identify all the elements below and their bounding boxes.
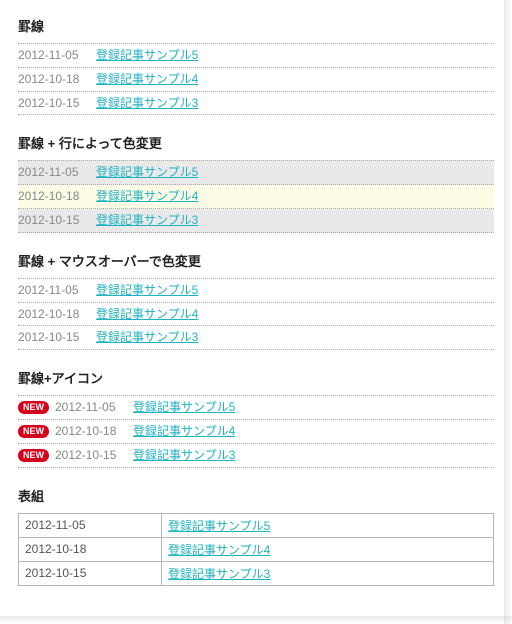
article-link[interactable]: 登録記事サンプル3 [96, 212, 198, 229]
list-item: 2012-10-15 登録記事サンプル3 [18, 92, 494, 116]
shadow-decoration [504, 0, 512, 624]
date-label: 2012-11-05 [18, 282, 96, 299]
shadow-decoration [0, 616, 512, 624]
section-title: 罫線 + マウスオーバーで色変更 [18, 247, 494, 270]
article-link[interactable]: 登録記事サンプル4 [133, 423, 235, 440]
table-row: 2012-10-18 登録記事サンプル4 [19, 537, 494, 561]
new-badge-icon: NEW [18, 449, 49, 462]
list-item: NEW 2012-11-05 登録記事サンプル5 [18, 395, 494, 420]
article-link[interactable]: 登録記事サンプル4 [96, 71, 198, 88]
date-label: 2012-11-05 [55, 399, 133, 416]
date-label: 2012-11-05 [18, 47, 96, 64]
article-link[interactable]: 登録記事サンプル4 [96, 306, 198, 323]
article-link[interactable]: 登録記事サンプル4 [96, 188, 198, 205]
list-item: 2012-11-05 登録記事サンプル5 [18, 160, 494, 185]
list-icon: NEW 2012-11-05 登録記事サンプル5 NEW 2012-10-18 … [18, 395, 494, 467]
date-label: 2012-10-18 [18, 188, 96, 205]
date-label: 2012-11-05 [18, 164, 96, 181]
page: 罫線 2012-11-05 登録記事サンプル5 2012-10-18 登録記事サ… [0, 0, 512, 624]
list-item: 2012-11-05 登録記事サンプル5 [18, 43, 494, 68]
article-link[interactable]: 登録記事サンプル3 [133, 447, 235, 464]
table-row: 2012-10-15 登録記事サンプル3 [19, 561, 494, 585]
date-label: 2012-10-15 [18, 329, 96, 346]
article-link[interactable]: 登録記事サンプル5 [96, 164, 198, 181]
date-label: 2012-10-15 [55, 447, 133, 464]
date-label: 2012-10-15 [18, 95, 96, 112]
date-label: 2012-10-15 [18, 212, 96, 229]
date-cell: 2012-10-18 [19, 537, 162, 561]
article-link[interactable]: 登録記事サンプル5 [96, 47, 198, 64]
list-item[interactable]: 2012-10-15 登録記事サンプル3 [18, 326, 494, 350]
date-cell: 2012-11-05 [19, 513, 162, 537]
new-badge-icon: NEW [18, 425, 49, 438]
article-link[interactable]: 登録記事サンプル3 [168, 567, 270, 581]
list-hover: 2012-11-05 登録記事サンプル5 2012-10-18 登録記事サンプル… [18, 278, 494, 350]
list-plain: 2012-11-05 登録記事サンプル5 2012-10-18 登録記事サンプル… [18, 43, 494, 115]
title-cell: 登録記事サンプル5 [162, 513, 494, 537]
section-title: 罫線 [18, 12, 494, 35]
section-title: 罫線+アイコン [18, 364, 494, 387]
list-item[interactable]: 2012-11-05 登録記事サンプル5 [18, 278, 494, 303]
article-link[interactable]: 登録記事サンプル5 [133, 399, 235, 416]
section-title: 表組 [18, 482, 494, 505]
table: 2012-11-05 登録記事サンプル5 2012-10-18 登録記事サンプル… [18, 513, 494, 586]
new-badge-icon: NEW [18, 401, 49, 414]
article-link[interactable]: 登録記事サンプル3 [96, 95, 198, 112]
list-item: NEW 2012-10-15 登録記事サンプル3 [18, 444, 494, 468]
date-label: 2012-10-18 [18, 71, 96, 88]
list-item[interactable]: 2012-10-18 登録記事サンプル4 [18, 303, 494, 327]
title-cell: 登録記事サンプル4 [162, 537, 494, 561]
date-label: 2012-10-18 [18, 306, 96, 323]
date-cell: 2012-10-15 [19, 561, 162, 585]
table-row: 2012-11-05 登録記事サンプル5 [19, 513, 494, 537]
title-cell: 登録記事サンプル3 [162, 561, 494, 585]
article-link[interactable]: 登録記事サンプル3 [96, 329, 198, 346]
list-item: NEW 2012-10-18 登録記事サンプル4 [18, 420, 494, 444]
list-item: 2012-10-15 登録記事サンプル3 [18, 209, 494, 233]
article-link[interactable]: 登録記事サンプル4 [168, 543, 270, 557]
list-item: 2012-10-18 登録記事サンプル4 [18, 185, 494, 209]
list-item: 2012-10-18 登録記事サンプル4 [18, 68, 494, 92]
article-link[interactable]: 登録記事サンプル5 [168, 519, 270, 533]
section-title: 罫線 + 行によって色変更 [18, 129, 494, 152]
date-label: 2012-10-18 [55, 423, 133, 440]
list-striped: 2012-11-05 登録記事サンプル5 2012-10-18 登録記事サンプル… [18, 160, 494, 232]
article-link[interactable]: 登録記事サンプル5 [96, 282, 198, 299]
